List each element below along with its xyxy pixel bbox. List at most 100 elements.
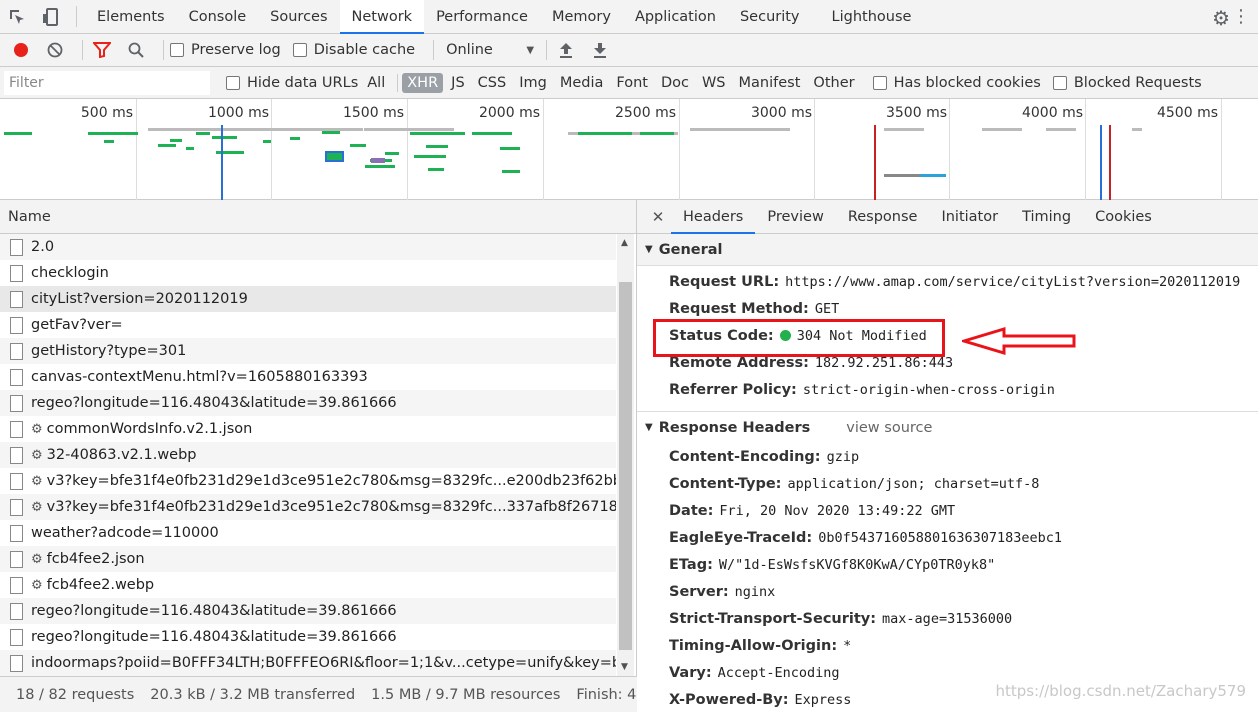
- tab-headers[interactable]: Headers: [671, 200, 756, 234]
- network-overview-timeline[interactable]: 500 ms 1000 ms 1500 ms 2000 ms 2500 ms 3…: [0, 99, 1258, 200]
- device-toolbar-icon[interactable]: [34, 0, 68, 33]
- file-icon: [10, 628, 23, 646]
- divider: [163, 40, 164, 60]
- request-row[interactable]: ⚙ v3?key=bfe31f4e0fb231d29e1d3ce951e2c780…: [0, 468, 616, 494]
- search-button[interactable]: [123, 37, 149, 63]
- view-source-link[interactable]: view source: [846, 420, 932, 436]
- has-blocked-cookies-checkbox[interactable]: Has blocked cookies: [872, 75, 1041, 91]
- file-icon: [10, 654, 23, 672]
- request-row[interactable]: 2.0: [0, 234, 616, 260]
- inspect-element-icon[interactable]: [0, 0, 34, 33]
- response-header-row: Content-Encoding: gzip: [637, 443, 1258, 470]
- request-list-scrollbar[interactable]: ▲ ▼: [617, 234, 634, 676]
- export-har-button[interactable]: [587, 37, 613, 63]
- network-toolbar: Preserve log Disable cache Online ▼: [0, 34, 1258, 67]
- filter-bar: Hide data URLs All XHR JS CSS Img Media …: [0, 67, 1258, 99]
- timeline-gridline: [407, 99, 408, 200]
- request-row[interactable]: canvas-contextMenu.html?v=1605880163393: [0, 364, 616, 390]
- more-options-icon[interactable]: ⋮: [1232, 6, 1250, 27]
- divider: [76, 6, 77, 27]
- service-worker-gear-icon: ⚙: [31, 473, 43, 489]
- service-worker-gear-icon: ⚙: [31, 499, 43, 515]
- checkbox-box[interactable]: [170, 43, 184, 57]
- tab-timing[interactable]: Timing: [1010, 200, 1083, 233]
- name-column-header[interactable]: Name: [0, 200, 636, 234]
- request-row[interactable]: regeo?longitude=116.48043&latitude=39.86…: [0, 624, 616, 650]
- request-row[interactable]: ⚙ v3?key=bfe31f4e0fb231d29e1d3ce951e2c780…: [0, 494, 616, 520]
- request-bar: [4, 132, 32, 135]
- request-name: 2.0: [31, 239, 55, 255]
- disable-cache-checkbox[interactable]: Disable cache: [292, 42, 415, 58]
- request-row[interactable]: weather?adcode=110000: [0, 520, 616, 546]
- settings-gear-icon[interactable]: ⚙: [1212, 6, 1230, 30]
- scroll-down-arrow-icon[interactable]: ▼: [621, 662, 628, 672]
- filter-type-other[interactable]: Other: [808, 73, 859, 93]
- tab-initiator[interactable]: Initiator: [929, 200, 1010, 233]
- filter-type-font[interactable]: Font: [611, 73, 653, 93]
- request-row[interactable]: regeo?longitude=116.48043&latitude=39.86…: [0, 598, 616, 624]
- request-bar: [88, 132, 138, 135]
- filter-type-all[interactable]: All: [362, 73, 390, 93]
- scroll-up-arrow-icon[interactable]: ▲: [621, 238, 628, 248]
- filter-type-xhr[interactable]: XHR: [402, 72, 444, 93]
- response-headers-section-header[interactable]: ▼ Response Headers view source: [637, 411, 1258, 443]
- filter-type-css[interactable]: CSS: [473, 73, 512, 93]
- tab-response[interactable]: Response: [836, 200, 930, 233]
- tab-preview[interactable]: Preview: [755, 200, 835, 233]
- header-key: Vary:: [669, 664, 712, 681]
- request-row[interactable]: regeo?longitude=116.48043&latitude=39.86…: [0, 390, 616, 416]
- filter-type-media[interactable]: Media: [555, 73, 609, 93]
- request-row[interactable]: ⚙ fcb4fee2.json: [0, 546, 616, 572]
- import-har-button[interactable]: [553, 37, 579, 63]
- request-row[interactable]: ⚙ fcb4fee2.webp: [0, 572, 616, 598]
- filter-type-manifest[interactable]: Manifest: [734, 73, 806, 93]
- tab-network[interactable]: Network: [339, 0, 425, 34]
- request-row[interactable]: checklogin: [0, 260, 616, 286]
- expand-triangle-icon: ▼: [645, 244, 653, 255]
- tab-memory[interactable]: Memory: [540, 0, 623, 33]
- filter-input[interactable]: [4, 70, 210, 95]
- header-key: Content-Type:: [669, 475, 782, 492]
- request-bar: [578, 132, 632, 135]
- filter-type-ws[interactable]: WS: [697, 73, 731, 93]
- tab-sources[interactable]: Sources: [258, 0, 339, 33]
- tab-elements[interactable]: Elements: [85, 0, 177, 33]
- preserve-log-checkbox[interactable]: Preserve log: [170, 42, 281, 58]
- checkbox-box[interactable]: [226, 75, 240, 90]
- tab-console[interactable]: Console: [177, 0, 259, 33]
- scrollbar-thumb[interactable]: [619, 282, 632, 650]
- checkbox-box[interactable]: [872, 75, 887, 90]
- request-block: [371, 158, 385, 163]
- tab-security[interactable]: Security: [728, 0, 812, 33]
- filter-type-js[interactable]: JS: [446, 73, 469, 93]
- tab-lighthouse[interactable]: Lighthouse: [820, 0, 924, 33]
- throttling-select[interactable]: Online ▼: [440, 42, 540, 58]
- hide-data-urls-checkbox[interactable]: Hide data URLs: [226, 75, 358, 91]
- checkbox-box[interactable]: [1052, 75, 1067, 90]
- tab-performance[interactable]: Performance: [424, 0, 540, 33]
- filter-type-img[interactable]: Img: [514, 73, 552, 93]
- record-button[interactable]: [8, 37, 34, 63]
- request-row[interactable]: ⚙ 32-40863.v2.1.webp: [0, 442, 616, 468]
- header-value: application/json; charset=utf-8: [787, 475, 1040, 492]
- header-value: 0b0f543716058801636307183eebc1: [818, 529, 1063, 546]
- blocked-requests-checkbox[interactable]: Blocked Requests: [1052, 75, 1202, 91]
- checkbox-box[interactable]: [292, 43, 307, 57]
- tab-cookies[interactable]: Cookies: [1083, 200, 1164, 233]
- general-section-header[interactable]: ▼ General: [637, 234, 1258, 266]
- request-row[interactable]: cityList?version=2020112019: [0, 286, 616, 312]
- close-details-icon[interactable]: ✕: [645, 200, 671, 233]
- header-key: Request URL:: [669, 273, 780, 290]
- request-row[interactable]: ⚙ commonWordsInfo.v2.1.json: [0, 416, 616, 442]
- tab-application[interactable]: Application: [623, 0, 728, 33]
- request-row[interactable]: indoormaps?poiid=B0FFF34LTH;B0FFFEO6RI&f…: [0, 650, 616, 676]
- header-value: *: [843, 637, 852, 654]
- filter-type-doc[interactable]: Doc: [656, 73, 694, 93]
- clear-icon: [47, 42, 63, 58]
- filter-toggle-button[interactable]: [89, 37, 115, 63]
- request-row[interactable]: getFav?ver=: [0, 312, 616, 338]
- clear-button[interactable]: [42, 37, 68, 63]
- download-icon: [594, 43, 607, 58]
- file-icon: [10, 316, 23, 334]
- request-row[interactable]: getHistory?type=301: [0, 338, 616, 364]
